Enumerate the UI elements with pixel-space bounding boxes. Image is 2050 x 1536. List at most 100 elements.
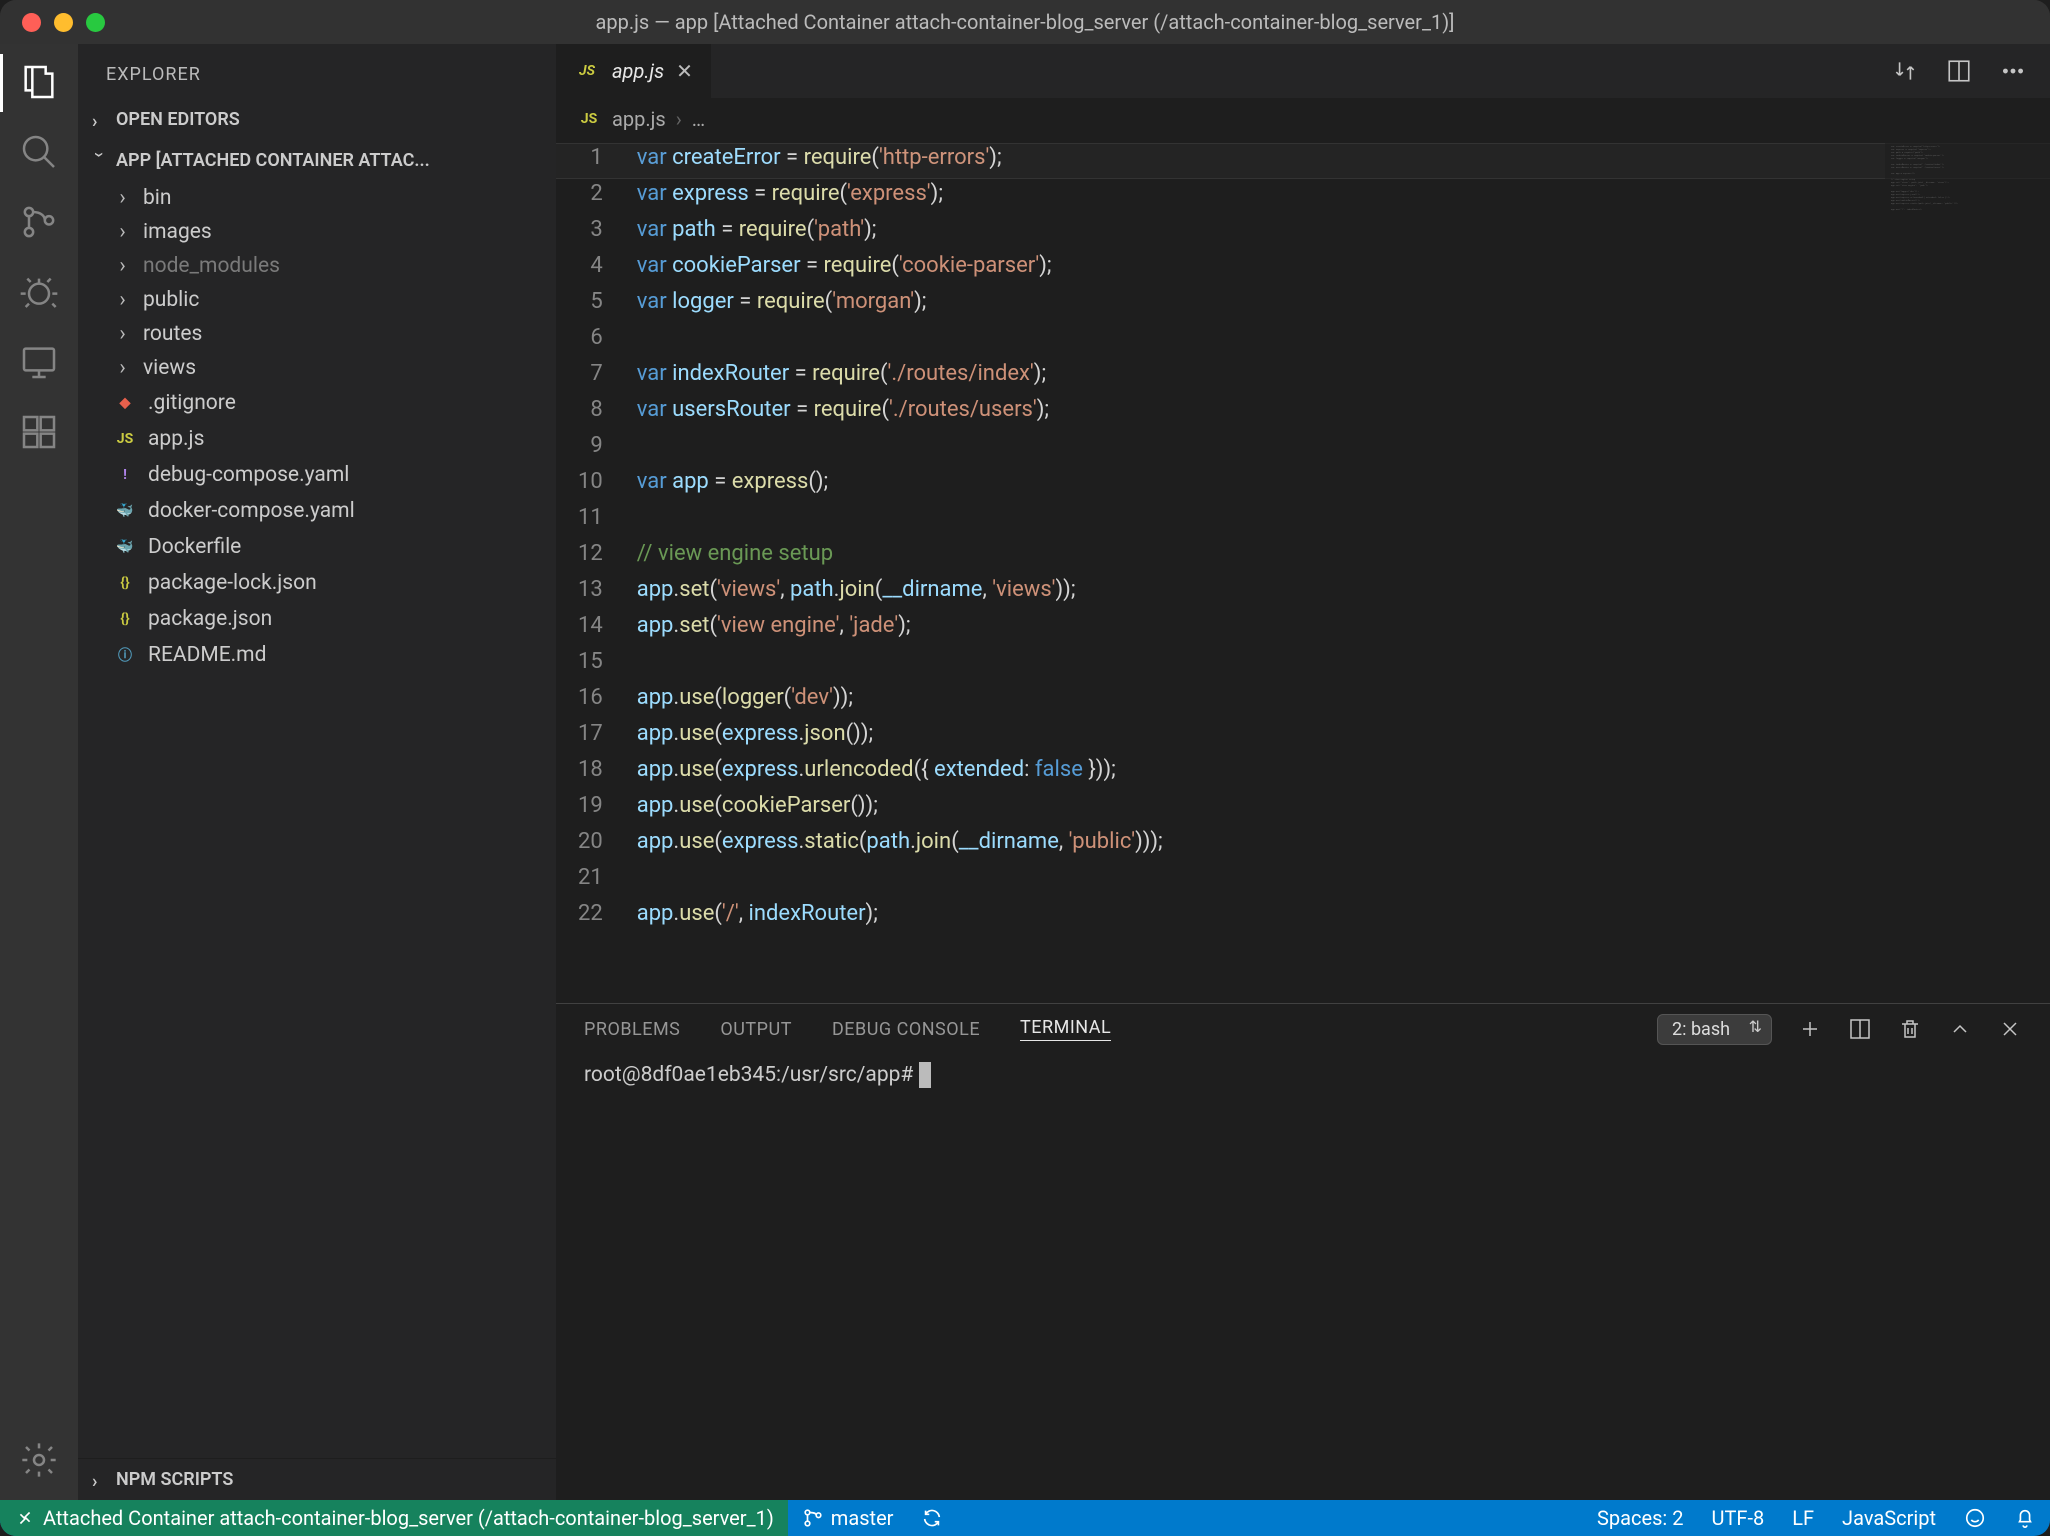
sidebar: EXPLORER › OPEN EDITORS › APP [ATTACHED … [78, 44, 556, 1500]
sync-button[interactable] [907, 1500, 957, 1536]
project-label: APP [ATTACHED CONTAINER ATTAC... [116, 150, 430, 171]
json-file-icon: {} [112, 570, 138, 596]
line-numbers: 12345678910111213141516171819202122 [556, 140, 637, 1003]
yaml-file-icon: ! [112, 462, 138, 488]
terminal-body[interactable]: root@8df0ae1eb345:/usr/src/app# [556, 1054, 2050, 1500]
explorer-icon[interactable] [19, 62, 59, 102]
panel: PROBLEMS OUTPUT DEBUG CONSOLE TERMINAL 2… [556, 1003, 2050, 1500]
json-file-icon: {} [112, 606, 138, 632]
activity-bar [0, 44, 78, 1500]
panel-tab-debug[interactable]: DEBUG CONSOLE [832, 1019, 980, 1040]
chevron-right-icon: › [112, 186, 133, 210]
breadcrumb-separator: › [676, 107, 682, 131]
tree-item-debug-compose-yaml[interactable]: ! debug-compose.yaml [78, 457, 556, 493]
tree-label: Dockerfile [148, 535, 241, 559]
new-terminal-icon[interactable] [1798, 1017, 1822, 1041]
tree-label: bin [143, 186, 172, 210]
docker-file-icon: 🐳 [112, 498, 138, 524]
terminal-cursor [919, 1062, 931, 1088]
remote-indicator[interactable]: Attached Container attach-container-blog… [0, 1500, 788, 1536]
tree-label: public [143, 288, 199, 312]
tab-label: app.js [612, 59, 664, 83]
tree-item-routes[interactable]: › routes [78, 317, 556, 351]
source-control-icon[interactable] [19, 202, 59, 242]
js-file-icon: JS [576, 106, 602, 132]
open-editors-section[interactable]: › OPEN EDITORS [78, 99, 556, 140]
titlebar[interactable]: app.js — app [Attached Container attach-… [0, 0, 2050, 44]
project-section[interactable]: › APP [ATTACHED CONTAINER ATTAC... [78, 140, 556, 181]
npm-scripts-section[interactable]: › NPM SCRIPTS [78, 1458, 556, 1500]
tree-item-docker-compose-yaml[interactable]: 🐳 docker-compose.yaml [78, 493, 556, 529]
close-tab-icon[interactable]: ✕ [676, 59, 693, 83]
tab-app-js[interactable]: JS app.js ✕ [556, 44, 711, 98]
kill-terminal-icon[interactable] [1898, 1017, 1922, 1041]
tree-item-dockerfile[interactable]: 🐳Dockerfile [78, 529, 556, 565]
eol-button[interactable]: LF [1778, 1500, 1828, 1536]
sync-icon [921, 1507, 943, 1529]
tree-item-node-modules[interactable]: ›node_modules [78, 249, 556, 283]
breadcrumb[interactable]: JS app.js › … [556, 98, 2050, 140]
tree-item-public[interactable]: ›public [78, 283, 556, 317]
extensions-icon[interactable] [19, 412, 59, 452]
remote-explorer-icon[interactable] [19, 342, 59, 382]
panel-tab-output[interactable]: OUTPUT [720, 1019, 792, 1040]
sidebar-title: EXPLORER [78, 44, 556, 99]
minimize-window-button[interactable] [54, 13, 73, 32]
js-file-icon: JS [112, 426, 138, 452]
maximize-window-button[interactable] [86, 13, 105, 32]
tree-item-images[interactable]: ›images [78, 215, 556, 249]
more-actions-icon[interactable] [2000, 58, 2026, 84]
editor-tabs: JS app.js ✕ [556, 44, 2050, 98]
tree-item-views[interactable]: ›views [78, 351, 556, 385]
git-branch-icon [802, 1507, 824, 1529]
tree-item-readme-md[interactable]: ⓘREADME.md [78, 637, 556, 673]
tree-item-package-lock-json[interactable]: {}package-lock.json [78, 565, 556, 601]
language-mode-button[interactable]: JavaScript [1828, 1500, 1950, 1536]
breadcrumb-file[interactable]: app.js [612, 107, 666, 131]
minimap[interactable]: var createError = require('http-errors')… [1885, 140, 2050, 1003]
close-window-button[interactable] [22, 13, 41, 32]
settings-gear-icon[interactable] [19, 1440, 59, 1480]
bell-icon [2014, 1507, 2036, 1529]
branch-label: master [831, 1506, 894, 1530]
git-file-icon: ◆ [112, 390, 138, 416]
remote-label: Attached Container attach-container-blog… [43, 1506, 774, 1530]
terminal-select[interactable]: 2: bash [1657, 1014, 1772, 1045]
encoding-button[interactable]: UTF-8 [1697, 1500, 1778, 1536]
chevron-right-icon: › [112, 322, 133, 346]
maximize-panel-icon[interactable] [1948, 1017, 1972, 1041]
code-content[interactable]: var createError = require('http-errors')… [637, 140, 1885, 1003]
tree-label: package.json [148, 607, 272, 631]
split-editor-icon[interactable] [1946, 58, 1972, 84]
tree-label: debug-compose.yaml [148, 463, 349, 487]
notifications-button[interactable] [2000, 1500, 2050, 1536]
tree-label: images [143, 220, 212, 244]
tree-label: docker-compose.yaml [148, 499, 355, 523]
search-icon[interactable] [19, 132, 59, 172]
tree-item--gitignore[interactable]: ◆.gitignore [78, 385, 556, 421]
breadcrumb-more[interactable]: … [692, 107, 705, 131]
compare-changes-icon[interactable] [1892, 58, 1918, 84]
code-editor[interactable]: 12345678910111213141516171819202122 var … [556, 140, 2050, 1003]
split-terminal-icon[interactable] [1848, 1017, 1872, 1041]
tree-item-app-js[interactable]: JSapp.js [78, 421, 556, 457]
tree-item-bin[interactable]: › bin [78, 181, 556, 215]
tree-label: README.md [148, 643, 266, 667]
smiley-icon [1964, 1507, 1986, 1529]
close-panel-icon[interactable] [1998, 1017, 2022, 1041]
file-tree: ›bin›images›node_modules›public›routes›v… [78, 181, 556, 1458]
chevron-right-icon: › [92, 1471, 110, 1489]
remote-icon [14, 1507, 36, 1529]
feedback-button[interactable] [1950, 1500, 2000, 1536]
tree-item-package-json[interactable]: {} package.json [78, 601, 556, 637]
chevron-right-icon: › [92, 111, 110, 129]
git-branch-button[interactable]: master [788, 1500, 908, 1536]
chevron-right-icon: › [112, 254, 133, 278]
panel-tab-terminal[interactable]: TERMINAL [1020, 1017, 1111, 1041]
indentation-button[interactable]: Spaces: 2 [1583, 1500, 1697, 1536]
js-file-icon: JS [574, 58, 600, 84]
panel-tab-problems[interactable]: PROBLEMS [584, 1019, 680, 1040]
tree-label: routes [143, 322, 202, 346]
status-bar: Attached Container attach-container-blog… [0, 1500, 2050, 1536]
debug-icon[interactable] [19, 272, 59, 312]
